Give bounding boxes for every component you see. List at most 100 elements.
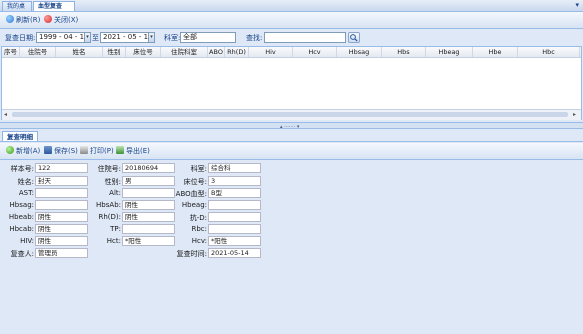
anti-d-label: 抗-D: — [189, 214, 207, 222]
search-label: 查找: — [246, 34, 263, 42]
reviewer-label: 复查人: — [10, 250, 34, 258]
splitter[interactable]: ▴ ······· ▾ — [0, 122, 583, 130]
hiv-label: HIV: — [20, 237, 34, 245]
column-header[interactable]: 姓名 — [56, 47, 103, 57]
hbeag-field[interactable] — [208, 200, 261, 210]
name-field[interactable]: 封天 — [35, 176, 88, 186]
column-header[interactable]: Hcv — [293, 47, 337, 57]
hbsag-field[interactable] — [35, 200, 88, 210]
sex-label: 性别: — [104, 178, 121, 186]
hbeab-field[interactable]: 阴性 — [35, 212, 88, 222]
hbcab-label: Hbcab: — [9, 225, 34, 233]
date-to-field[interactable]: 2021 - 05 - 14 — [100, 32, 149, 43]
date-separator: 至 — [92, 34, 99, 42]
scroll-left-icon[interactable]: ◂ — [4, 111, 7, 118]
anti-d-field[interactable] — [208, 212, 261, 222]
dept-label: 科室: — [164, 34, 181, 42]
main-toolbar: 刷新(R) 关闭(X) — [0, 12, 583, 29]
rhd-label: Rh(D): — [98, 213, 121, 221]
dept-field[interactable]: 综合科 — [208, 163, 261, 173]
add-button[interactable]: 新增(A) — [6, 145, 40, 157]
hiv-field[interactable]: 阴性 — [35, 236, 88, 246]
column-header[interactable]: 床位号 — [126, 47, 161, 57]
horizontal-scrollbar[interactable]: ◂ ▸ — [2, 109, 581, 120]
calendar-icon[interactable]: ▾ — [148, 32, 155, 43]
tab-blood-recheck[interactable]: 血型复查⊗ — [33, 1, 75, 20]
column-header[interactable]: Hiv — [249, 47, 293, 57]
divider — [0, 141, 583, 142]
sample-no-label: 样本号: — [10, 165, 34, 173]
grid-header: 序号 住院号 姓名 性别 床位号 住院科室 ABO Rh(D) Hiv Hcv … — [2, 47, 581, 58]
close-button[interactable]: 关闭(X) — [44, 14, 78, 26]
refresh-icon — [6, 15, 14, 23]
hbsag-label: Hbsag: — [9, 201, 34, 209]
inpatient-no-field[interactable]: 20180694 — [122, 163, 175, 173]
refresh-label: 刷新(R) — [16, 16, 41, 24]
export-button[interactable]: 导出(E) — [116, 145, 150, 157]
tab-my-desktop[interactable]: 我的桌面 — [2, 1, 32, 20]
export-label: 导出(E) — [126, 147, 150, 155]
hbeab-label: Hbeab: — [8, 213, 34, 221]
hbeag-label: Hbeag: — [181, 201, 207, 209]
detail-form: 样本号: 122 住院号: 20180694 科室: 综合科 姓名: 封天 性别… — [0, 160, 583, 334]
chevron-down-icon[interactable]: ▾ — [575, 1, 579, 9]
save-icon — [44, 146, 52, 154]
alt-label: Alt: — [109, 189, 121, 197]
search-icon — [350, 34, 358, 42]
add-icon — [6, 146, 14, 154]
inpatient-no-label: 住院号: — [97, 165, 121, 173]
hbsab-label: HbsAb: — [96, 201, 121, 209]
column-header[interactable]: Hbs — [382, 47, 426, 57]
splitter-grip-icon[interactable]: ▴ ······· ▾ — [280, 124, 299, 130]
detail-toolbar: 新增(A) 保存(S) 打印(P) 导出(E) — [0, 143, 583, 160]
search-button[interactable] — [348, 32, 360, 43]
column-header[interactable]: 住院科室 — [161, 47, 208, 57]
rbc-field[interactable] — [208, 224, 261, 234]
column-header[interactable]: Hbc — [518, 47, 580, 57]
dept-select[interactable]: 全部 — [180, 32, 236, 43]
bed-field[interactable]: 3 — [208, 176, 261, 186]
calendar-icon[interactable]: ▾ — [84, 32, 91, 43]
bed-label: 床位号: — [183, 178, 207, 186]
review-date-field[interactable]: 2021-05-14 — [208, 248, 261, 258]
tab-bar: 我的桌面 血型复查⊗ ▾ — [0, 0, 583, 20]
sample-no-field[interactable]: 122 — [35, 163, 88, 173]
reviewer-field[interactable]: 管理员 — [35, 248, 88, 258]
column-header[interactable]: 序号 — [2, 47, 20, 57]
review-date-label: 复查时间: — [176, 250, 207, 258]
ast-field[interactable] — [35, 188, 88, 198]
close-label: 关闭(X) — [54, 16, 79, 24]
save-button[interactable]: 保存(S) — [44, 145, 78, 157]
column-header[interactable]: Hbe — [473, 47, 518, 57]
print-button[interactable]: 打印(P) — [80, 145, 114, 157]
column-header[interactable]: Rh(D) — [225, 47, 249, 57]
add-label: 新增(A) — [16, 147, 41, 155]
column-header[interactable]: 性别 — [103, 47, 126, 57]
dept-label: 科室: — [190, 165, 207, 173]
hct-label: Hct: — [106, 237, 121, 245]
tab-label: 血型复查 — [38, 3, 63, 10]
hbsab-field[interactable]: 阴性 — [122, 200, 175, 210]
rhd-field[interactable]: 阴性 — [122, 212, 175, 222]
alt-field[interactable] — [122, 188, 175, 198]
result-grid[interactable]: 序号 住院号 姓名 性别 床位号 住院科室 ABO Rh(D) Hiv Hcv … — [1, 46, 582, 120]
sex-field[interactable]: 男 — [122, 176, 175, 186]
hcv-field[interactable]: *阳性 — [208, 236, 261, 246]
column-header[interactable]: ABO — [208, 47, 225, 57]
hcv-label: Hcv: — [191, 237, 207, 245]
scrollbar-thumb[interactable] — [12, 112, 568, 117]
hct-field[interactable]: *阳性 — [122, 236, 175, 246]
refresh-button[interactable]: 刷新(R) — [6, 14, 40, 26]
scroll-right-icon[interactable]: ▸ — [573, 111, 576, 118]
column-header[interactable]: 住院号 — [20, 47, 56, 57]
abo-field[interactable]: B型 — [208, 188, 261, 198]
tp-label: TP: — [110, 225, 121, 233]
date-from-field[interactable]: 1999 - 04 - 14 — [36, 32, 85, 43]
hbcab-field[interactable]: 阴性 — [35, 224, 88, 234]
tab-label: 复查明细 — [7, 133, 33, 141]
save-label: 保存(S) — [54, 147, 78, 155]
column-header[interactable]: Hbeag — [426, 47, 473, 57]
tp-field[interactable] — [122, 224, 175, 234]
column-header[interactable]: Hbsag — [337, 47, 382, 57]
search-input[interactable] — [264, 32, 346, 43]
